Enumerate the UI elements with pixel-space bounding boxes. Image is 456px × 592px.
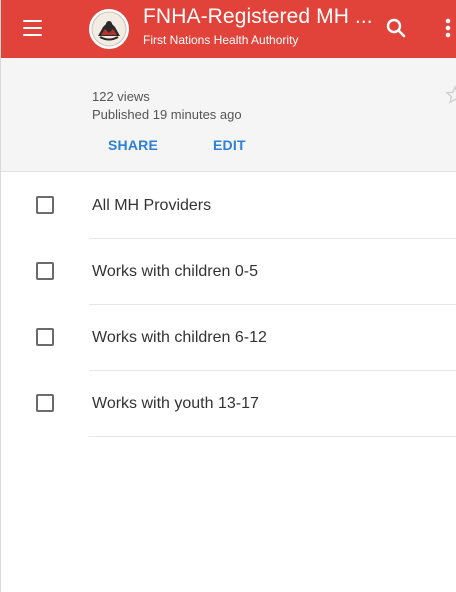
more-vert-icon[interactable] <box>439 16 456 42</box>
published-time: Published 19 minutes ago <box>92 107 242 122</box>
checkbox[interactable] <box>36 262 54 280</box>
layer-list: All MH Providers Works with children 0-5… <box>1 173 456 437</box>
share-button[interactable]: SHARE <box>108 137 158 153</box>
divider <box>89 436 456 437</box>
app-window: FNHA-Registered MH ... First Nations Hea… <box>0 0 456 592</box>
layer-item-children-6-12[interactable]: Works with children 6-12 <box>1 305 456 371</box>
fnha-logo-icon <box>89 9 129 49</box>
checkbox[interactable] <box>36 196 54 214</box>
checkbox[interactable] <box>36 394 54 412</box>
map-title: FNHA-Registered MH ... <box>143 5 373 28</box>
search-icon[interactable] <box>384 16 408 40</box>
top-app-bar: FNHA-Registered MH ... First Nations Hea… <box>1 0 456 58</box>
edit-button[interactable]: EDIT <box>213 137 246 153</box>
map-owner: First Nations Health Authority <box>143 33 299 47</box>
menu-icon[interactable] <box>23 20 43 37</box>
map-info-panel: 122 views Published 19 minutes ago SHARE… <box>1 58 456 172</box>
layer-label: Works with children 6-12 <box>92 329 267 346</box>
layer-item-children-0-5[interactable]: Works with children 0-5 <box>1 239 456 305</box>
view-count: 122 views <box>92 89 150 104</box>
layer-label: All MH Providers <box>92 197 212 214</box>
layer-label: Works with youth 13-17 <box>92 395 259 412</box>
layer-item-youth-13-17[interactable]: Works with youth 13-17 <box>1 371 456 437</box>
layer-item-all-mh-providers[interactable]: All MH Providers <box>1 173 456 239</box>
checkbox[interactable] <box>36 328 54 346</box>
star-icon[interactable] <box>445 85 456 105</box>
layer-label: Works with children 0-5 <box>92 263 258 280</box>
